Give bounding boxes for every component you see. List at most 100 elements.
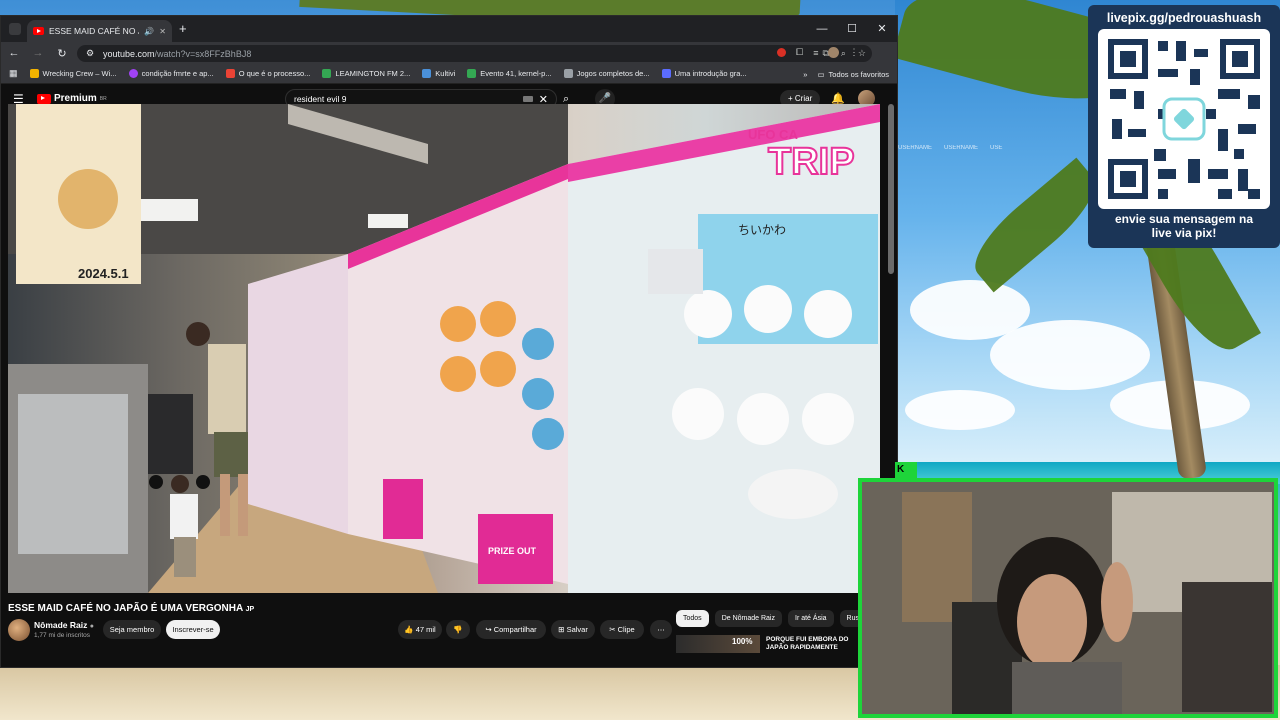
username-item: USERNAME [898,145,933,151]
address-bar[interactable]: ⚙ youtube.com/watch?v=sx8FFzBhBJ8 ⧉ ⌕ ☆ [77,45,872,62]
ceiling-light [368,214,408,228]
bookmark-label: O que é o processo... [238,69,311,78]
recommended-title[interactable]: PORQUE FUI EMBORA DO JAPÃO RAPIDAMENTE [766,636,872,652]
back-arrow-icon[interactable]: ← [7,47,21,59]
bookmark-label: Uma introdução gra... [674,69,747,78]
prize-banner: ちいかわ [738,223,786,237]
prize-out-panel [383,479,423,539]
livepix-message: envie sua mensagem na live via pix! [1088,212,1280,240]
bookmark-label: Kultivi [435,69,456,78]
page-scrollbar[interactable] [888,104,894,274]
username-item: USE [990,145,1003,151]
more-actions-button[interactable]: ⋯ [650,620,672,639]
livepix-qr-card: livepix.gg/pedrouashuash envie sua mensa… [1088,5,1280,248]
close-window-button[interactable]: ✕ [867,16,897,42]
more-bookmarks-button[interactable]: » [803,70,807,79]
claw-machine-far [248,254,348,534]
like-count: 47 mil [415,625,436,634]
bookmark-favicon-icon [225,69,235,78]
youtube-play-icon [37,93,51,104]
minimize-button[interactable]: — [807,16,837,42]
browser-toolbar: ← → ↻ ⚙ youtube.com/watch?v=sx8FFzBhBJ8 … [1,42,897,64]
youtube-logo[interactable]: Premium BR [37,93,107,104]
ceiling-light [138,199,198,221]
glass-case [18,394,128,554]
machine-sign-top: UFO CA [748,127,798,142]
subscriber-count: 1,77 mi de inscritos [34,632,90,639]
bookmark-favicon-icon [29,69,39,78]
bookmark-item[interactable]: O que é o processo... [225,69,311,78]
url-host: youtube.com [103,48,155,59]
bookmarks-bar: ▦ Wrecking Crew – Wi... condição fmrte e… [1,64,897,84]
share-button[interactable]: ↪ Compartilhar [476,620,546,639]
speaker-icon[interactable]: 🔊 [144,27,154,36]
url-path: /watch?v=sx8FFzBhBJ8 [154,48,252,59]
chip-asia[interactable]: Ir até Ásia [788,610,834,627]
bookmark-item[interactable]: condição fmrte e ap... [128,69,214,78]
all-favorites-folder[interactable]: ▭ Todos os favoritos [817,70,889,79]
cloud [990,320,1150,390]
username-item: USERNAME [944,145,979,151]
bookmark-item[interactable]: Evento 41, kernel-p... [467,69,552,78]
browser-menu-icon[interactable]: ⋮ [849,47,858,58]
create-label: Criar [794,94,813,103]
webcam-frame [858,478,1278,718]
forward-arrow-icon[interactable]: → [31,47,45,59]
tab-search-icon[interactable] [9,23,21,35]
channel-name[interactable]: Nômade Raiz ● [34,620,94,630]
chip-channel[interactable]: De Nômade Raiz [714,610,782,627]
bookmark-item[interactable]: LEAMINGTON FM 2... [322,69,410,78]
subscribe-button[interactable]: Inscrever-se [166,620,220,639]
profile-avatar-icon[interactable] [828,47,840,58]
thumbs-down-icon: 👎 [453,625,463,634]
bookmark-label: LEAMINGTON FM 2... [335,69,411,78]
recommended-video[interactable]: 100% PORQUE FUI EMBORA DO JAPÃO RAPIDAME… [676,635,888,653]
recording-extension-icon[interactable] [777,48,786,57]
maximize-button[interactable]: ☐ [837,16,867,42]
bookmark-favicon-icon [467,69,477,78]
reload-icon[interactable]: ↻ [55,47,69,60]
qr-code-pattern [1108,39,1260,199]
url-text[interactable]: youtube.com/watch?v=sx8FFzBhBJ8 [103,49,251,59]
extensions-puzzle-icon[interactable]: ⧠ [796,47,803,58]
bookmark-item[interactable]: Wrecking Crew – Wi... [29,69,117,78]
save-button[interactable]: ⊞ Salvar [551,620,595,639]
bookmark-item[interactable]: Kultivi [422,69,455,78]
clip-button[interactable]: ✂ Clipe [600,620,644,639]
qr-code [1098,29,1270,209]
bookmark-item[interactable]: Uma introdução gra... [661,69,747,78]
prize-out-label: PRIZE OUT [488,546,537,556]
bookmarks-right: » ▭ Todos os favoritos [803,64,889,83]
title-bar: ESSE MAID CAFÉ NO JAPÃO 🔊 ✕ + — ☐ ✕ [1,16,897,42]
channel-avatar[interactable] [8,619,30,641]
bookmark-star-icon[interactable]: ☆ [858,48,866,59]
keyboard-icon[interactable] [522,96,533,102]
bookmark-label: Jogos completos de... [576,69,650,78]
search-input[interactable] [294,94,523,104]
channel-name-text: Nômade Raiz [34,620,88,630]
new-tab-button[interactable]: + [179,21,187,36]
youtube-favicon-icon [33,27,44,35]
scissors-icon: ✂ [609,625,616,634]
verified-icon: ● [89,623,94,630]
bookmark-item[interactable]: Jogos completos de... [563,69,650,78]
apps-grid-icon[interactable]: ▦ [9,68,18,79]
video-frame: 2024.5.1 UFO CA TRIP ちいかわ PRIZE OUT [8,104,880,593]
livepix-message-line2: live via pix! [1151,226,1217,240]
username-ticker: USERNAME USERNAME USE [898,145,1002,151]
dislike-button[interactable]: 👎 [446,620,470,639]
share-label: Compartilhar [493,625,537,634]
video-player[interactable]: 2024.5.1 UFO CA TRIP ちいかわ PRIZE OUT [8,104,880,593]
bookmark-favicon-icon [322,69,332,78]
browser-tab[interactable]: ESSE MAID CAFÉ NO JAPÃO 🔊 ✕ [27,20,172,42]
join-button[interactable]: Seja membro [103,620,161,639]
chip-all[interactable]: Todos [676,610,709,627]
site-info-icon[interactable]: ⚙ [83,48,97,59]
logo-country: BR [99,95,107,102]
reading-list-icon[interactable]: ≡ [813,48,818,58]
like-button[interactable]: 👍 47 mil [398,620,442,639]
poster-character [58,169,118,229]
cloud [905,390,1015,430]
window-controls: — ☐ ✕ [807,16,897,42]
close-tab-icon[interactable]: ✕ [159,27,166,36]
